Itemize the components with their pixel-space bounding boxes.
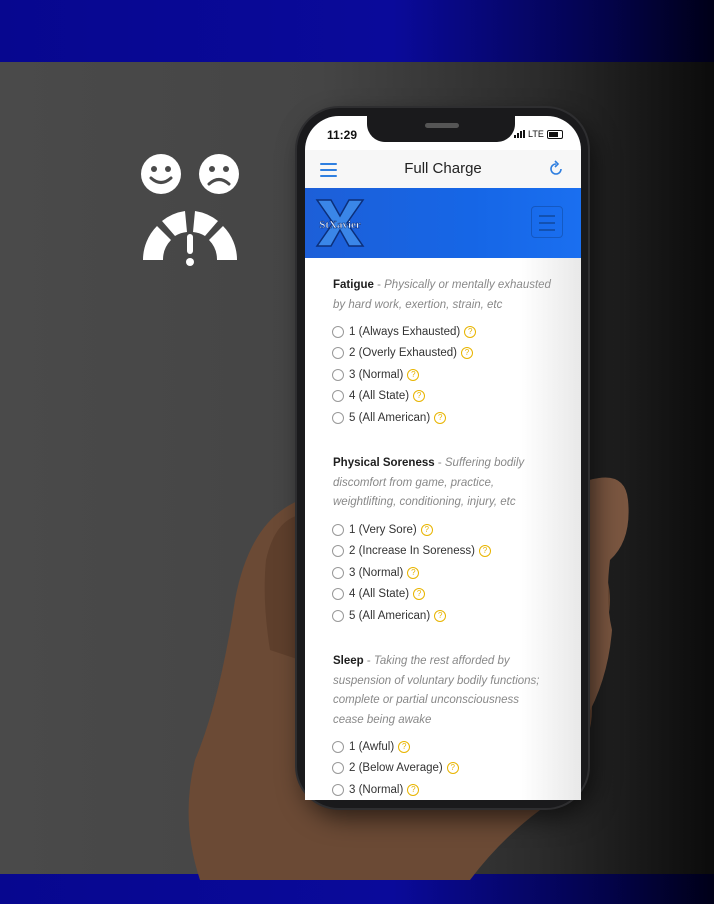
option-label: 3 (Normal)	[349, 566, 404, 579]
question-fatigue: Fatigue - Physically or mentally exhaust…	[333, 279, 551, 311]
radio-button[interactable]	[332, 740, 344, 753]
options-physical-soreness: 1 (Very Sore)? 2 (Increase In Soreness)?…	[332, 519, 552, 627]
phone-speaker	[425, 123, 459, 128]
help-icon[interactable]: ?	[413, 390, 426, 403]
network-label: LTE	[528, 129, 544, 139]
help-icon[interactable]: ?	[407, 783, 420, 796]
help-icon[interactable]: ?	[407, 566, 420, 579]
battery-icon	[546, 129, 563, 139]
option-label: 4 (All State)	[349, 588, 410, 601]
help-icon[interactable]: ?	[446, 762, 459, 775]
help-icon[interactable]: ?	[478, 545, 491, 558]
option-label: 5 (All American)	[349, 609, 431, 622]
radio-option[interactable]: 2 (Overly Exhausted)?	[332, 343, 552, 365]
radio-button[interactable]	[332, 609, 344, 622]
phone-notch	[367, 114, 515, 142]
radio-button[interactable]	[332, 411, 344, 424]
radio-button[interactable]	[332, 566, 344, 579]
question-title: Fatigue	[333, 279, 374, 291]
option-label: 4 (All State)	[349, 390, 410, 403]
question-physical-soreness: Physical Soreness - Suffering bodily dis…	[333, 457, 525, 508]
option-label: 2 (Increase In Soreness)	[349, 545, 475, 558]
help-icon[interactable]: ?	[413, 588, 426, 601]
radio-button[interactable]	[332, 347, 344, 360]
radio-button[interactable]	[332, 762, 344, 775]
radio-option[interactable]: 3 (Normal)?	[332, 562, 552, 584]
radio-option[interactable]: 4 (All State)?	[332, 584, 552, 606]
radio-button[interactable]	[332, 523, 344, 536]
help-icon[interactable]: ?	[398, 740, 411, 753]
radio-option[interactable]: 1 (Very Sore)?	[332, 519, 552, 541]
option-label: 3 (Normal)	[349, 783, 404, 796]
radio-option[interactable]: 1 (Always Exhausted)?	[332, 321, 552, 343]
question-title: Sleep	[333, 655, 364, 667]
radio-button[interactable]	[332, 545, 344, 558]
option-label: 2 (Overly Exhausted)	[349, 347, 458, 360]
radio-option[interactable]: 1 (Awful)?	[332, 736, 552, 758]
brand-menu-button[interactable]	[531, 206, 563, 238]
survey-content: Fatigue - Physically or mentally exhaust…	[305, 258, 581, 800]
question-description: Taking the rest afforded by suspension o…	[333, 655, 540, 726]
option-label: 1 (Always Exhausted)	[349, 325, 461, 338]
refresh-icon[interactable]	[547, 160, 565, 178]
options-sleep: 1 (Awful)? 2 (Below Average)? 3 (Normal)…	[332, 736, 552, 800]
question-title: Physical Soreness	[333, 457, 435, 469]
help-icon[interactable]: ?	[407, 368, 420, 381]
app-title: Full Charge	[404, 160, 482, 177]
st-xavier-logo[interactable]: StXavier	[309, 196, 371, 250]
app-bar: Full Charge	[305, 150, 581, 189]
status-indicators: LTE	[514, 129, 563, 139]
help-icon[interactable]: ?	[461, 347, 474, 360]
help-icon[interactable]: ?	[420, 523, 433, 536]
question-sleep: Sleep - Taking the rest afforded by susp…	[333, 655, 540, 726]
option-label: 3 (Normal)	[349, 368, 404, 381]
radio-button[interactable]	[332, 390, 344, 403]
radio-option[interactable]: 4 (All State)?	[332, 386, 552, 408]
help-icon[interactable]: ?	[464, 325, 477, 338]
radio-option[interactable]: 5 (All American)?	[332, 407, 552, 429]
radio-option[interactable]: 3 (Normal)?	[332, 364, 552, 386]
option-label: 1 (Awful)	[349, 740, 395, 753]
svg-text:StXavier: StXavier	[319, 219, 361, 231]
option-label: 1 (Very Sore)	[349, 523, 417, 536]
radio-button[interactable]	[332, 325, 344, 338]
options-fatigue: 1 (Always Exhausted)? 2 (Overly Exhauste…	[332, 321, 552, 429]
radio-option[interactable]: 3 (Normal)?	[332, 779, 552, 800]
status-time: 11:29	[327, 128, 358, 142]
radio-option[interactable]: 2 (Below Average)?	[332, 758, 552, 780]
signal-icon	[514, 130, 525, 138]
radio-option[interactable]: 2 (Increase In Soreness)?	[332, 541, 552, 563]
radio-button[interactable]	[332, 368, 344, 381]
option-label: 2 (Below Average)	[349, 762, 443, 775]
radio-button[interactable]	[332, 783, 344, 796]
option-label: 5 (All American)	[349, 411, 431, 424]
radio-option[interactable]: 5 (All American)?	[332, 605, 552, 627]
help-icon[interactable]: ?	[434, 609, 447, 622]
radio-button[interactable]	[332, 588, 344, 601]
help-icon[interactable]: ?	[434, 411, 447, 424]
brand-header: StXavier	[305, 188, 581, 258]
